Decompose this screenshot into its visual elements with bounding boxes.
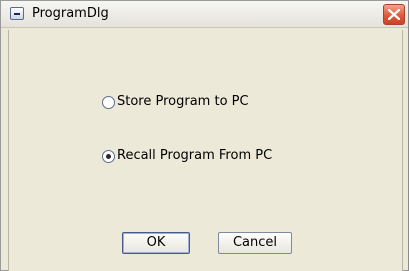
close-button[interactable]	[383, 4, 405, 25]
radio-store-program[interactable]: Store Program to PC	[102, 94, 249, 110]
cancel-button[interactable]: Cancel	[218, 232, 292, 254]
close-icon	[388, 9, 400, 20]
radio-recall-program-circle[interactable]	[102, 149, 115, 163]
system-menu-icon[interactable]	[10, 7, 24, 20]
radio-store-program-label: Store Program to PC	[117, 94, 249, 109]
radio-store-program-circle[interactable]	[102, 95, 115, 109]
ok-button[interactable]: OK	[122, 232, 190, 254]
dialog-body: Store Program to PC Recall Program From …	[8, 30, 403, 271]
title-bar[interactable]: ProgramDlg	[1, 1, 408, 28]
radio-recall-program-label: Recall Program From PC	[117, 148, 273, 163]
radio-recall-program[interactable]: Recall Program From PC	[102, 148, 272, 164]
window-title: ProgramDlg	[32, 6, 109, 21]
program-dialog-window: ProgramDlg Store Program to PC Recall Pr…	[0, 0, 409, 271]
